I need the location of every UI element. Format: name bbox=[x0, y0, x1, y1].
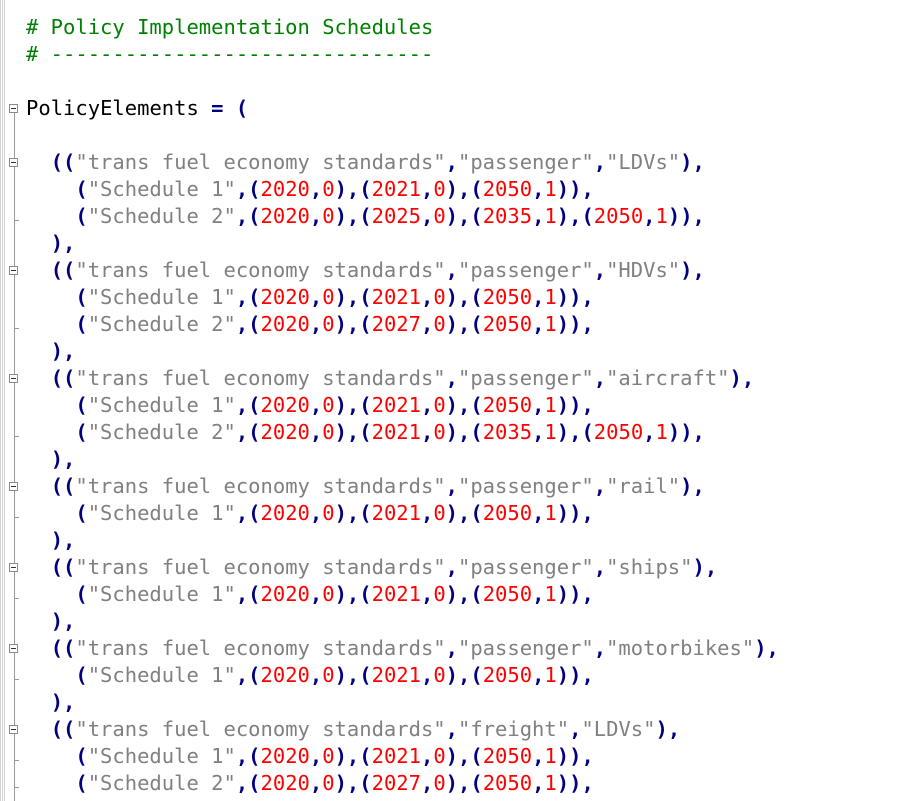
fold-toggle-icon[interactable] bbox=[9, 563, 18, 572]
fold-end-marker bbox=[14, 328, 19, 329]
fold-end-marker bbox=[14, 517, 19, 518]
fold-toggle-icon[interactable] bbox=[9, 482, 18, 491]
fold-toggle-icon[interactable] bbox=[9, 266, 18, 275]
fold-toggle-icon[interactable] bbox=[9, 725, 18, 734]
fold-toggle-icon[interactable] bbox=[9, 644, 18, 653]
code-line: # ------------------------------- bbox=[26, 42, 434, 66]
fold-end-marker bbox=[14, 598, 19, 599]
fold-margin[interactable] bbox=[0, 0, 22, 801]
code-line: ), bbox=[50, 609, 76, 633]
code-line: (("trans fuel economy standards","freigh… bbox=[50, 717, 681, 741]
code-line: (("trans fuel economy standards","passen… bbox=[50, 474, 705, 498]
code-line: ("Schedule 1",(2020,0),(2021,0),(2050,1)… bbox=[75, 393, 594, 417]
code-editor[interactable]: # Policy Implementation Schedules # -----… bbox=[0, 0, 902, 801]
code-line: ("Schedule 2",(2020,0),(2027,0),(2050,1)… bbox=[75, 771, 594, 795]
code-line: ), bbox=[50, 447, 76, 471]
code-line: ), bbox=[50, 528, 76, 552]
code-line: ), bbox=[50, 231, 76, 255]
fold-toggle-icon[interactable] bbox=[9, 374, 18, 383]
code-line: PolicyElements = ( bbox=[26, 96, 249, 120]
fold-end-marker bbox=[14, 436, 19, 437]
fold-end-marker bbox=[14, 787, 19, 788]
code-line: (("trans fuel economy standards","passen… bbox=[50, 258, 705, 282]
code-line: ("Schedule 1",(2020,0),(2021,0),(2050,1)… bbox=[75, 501, 594, 525]
fold-end-marker bbox=[14, 760, 19, 761]
code-line: (("trans fuel economy standards","passen… bbox=[50, 636, 779, 660]
code-line: ("Schedule 1",(2020,0),(2021,0),(2050,1)… bbox=[75, 744, 594, 768]
fold-toggle-icon[interactable] bbox=[9, 104, 18, 113]
fold-toggle-icon[interactable] bbox=[9, 158, 18, 167]
code-line: ("Schedule 1",(2020,0),(2021,0),(2050,1)… bbox=[75, 285, 594, 309]
code-line: ("Schedule 1",(2020,0),(2021,0),(2050,1)… bbox=[75, 663, 594, 687]
code-line: ), bbox=[50, 339, 76, 363]
code-line: (("trans fuel economy standards","passen… bbox=[50, 150, 705, 174]
code-line: ("Schedule 2",(2020,0),(2027,0),(2050,1)… bbox=[75, 312, 594, 336]
code-line: ("Schedule 1",(2020,0),(2021,0),(2050,1)… bbox=[75, 177, 594, 201]
code-line: (("trans fuel economy standards","passen… bbox=[50, 555, 718, 579]
code-line: (("trans fuel economy standards","passen… bbox=[50, 366, 755, 390]
code-line: ("Schedule 2",(2020,0),(2025,0),(2035,1)… bbox=[75, 204, 705, 228]
fold-end-marker bbox=[14, 679, 19, 680]
code-line: ("Schedule 2",(2020,0),(2021,0),(2035,1)… bbox=[75, 420, 705, 444]
fold-guide bbox=[14, 113, 15, 801]
code-line: ("Schedule 1",(2020,0),(2021,0),(2050,1)… bbox=[75, 582, 594, 606]
fold-end-marker bbox=[14, 220, 19, 221]
code-line: # Policy Implementation Schedules bbox=[26, 15, 434, 39]
code-line: ), bbox=[50, 690, 76, 714]
code-text[interactable]: # Policy Implementation Schedules # -----… bbox=[26, 14, 779, 797]
